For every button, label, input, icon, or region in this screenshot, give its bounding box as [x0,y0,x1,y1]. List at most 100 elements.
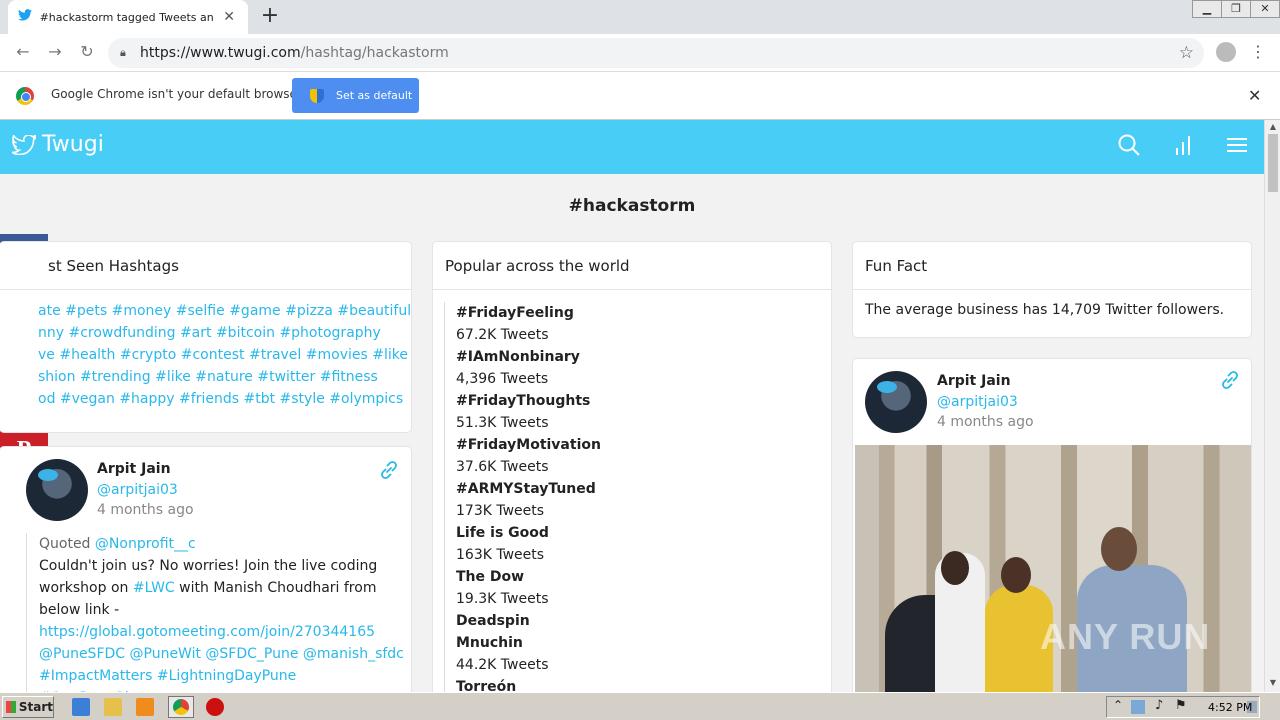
hashtag-list: ate #pets #money #selfie #game #pizza #b… [0,290,411,410]
tab-close-icon[interactable]: ✕ [220,9,238,25]
avatar[interactable] [26,459,88,521]
clock: 4:52 PM [1208,701,1253,714]
hashtag-link[interactable]: #art [180,325,212,341]
omnibox[interactable]: 🔒︎ https://www.twugi.com/hashtag/hackast… [108,38,1204,68]
hashtag-link[interactable]: #money [112,303,172,319]
set-as-default-button[interactable]: Set as default [292,78,419,113]
hashtag-link[interactable]: #health [59,347,115,363]
link-icon[interactable] [1219,369,1241,395]
site-logo[interactable]: Twugi [12,132,104,157]
hashtag-link[interactable]: #pizza [285,303,333,319]
network-icon[interactable] [1131,700,1145,714]
hashtag-link[interactable]: #selfie [176,303,225,319]
hashtag-link[interactable]: #travel [249,347,301,363]
hashtag-link[interactable]: #bitcoin [216,325,275,341]
tweet-author-name[interactable]: Arpit Jain [97,461,171,477]
flag-icon[interactable]: ⚑ [1175,698,1187,713]
link-icon[interactable] [378,459,400,485]
scroll-up-icon[interactable]: ▲ [1265,122,1280,131]
trend-name[interactable]: #FridayThoughts [445,390,831,412]
hashtag-link[interactable]: nny [38,325,64,341]
hashtag-link[interactable]: #like [372,347,408,363]
ie-icon[interactable] [72,698,90,716]
hashtag-link[interactable]: #crowdfunding [68,325,175,341]
tweet-author-handle[interactable]: @arpitjai03 [937,394,1018,410]
scroll-thumb[interactable] [1268,134,1278,192]
hashtag-link[interactable]: #photography [279,325,380,341]
hashtag-link[interactable]: shion [38,369,76,385]
photo-person-head [1101,527,1137,571]
hashtag-link[interactable]: #game [229,303,280,319]
start-button[interactable]: Start [2,696,54,718]
hashtag-link[interactable]: #tbt [243,391,275,407]
forward-arrow-icon[interactable]: → [44,42,66,61]
profile-avatar-icon[interactable] [1216,42,1236,62]
avatar[interactable] [865,371,927,433]
browser-tab-bar: #hackastorm tagged Tweets and Do ✕ + ▁ ❐… [0,0,1280,34]
hashtag-link[interactable]: #contest [181,347,245,363]
photo-person-head [941,551,969,585]
infobar-close-icon[interactable]: ✕ [1248,86,1261,105]
hashtag-link[interactable]: od [38,391,55,407]
meeting-link[interactable]: https://global.gotomeeting.com/join/2703… [39,621,411,643]
fun-fact-card: Fun Fact The average business has 14,709… [853,242,1251,337]
media-player-icon[interactable] [136,698,154,716]
trend-name[interactable]: #IAmNonbinary [445,346,831,368]
trend-name[interactable]: The Dow [445,566,831,588]
trend-name[interactable]: #ARMYStayTuned [445,478,831,500]
trend-name[interactable]: #FridayMotivation [445,434,831,456]
hashtag-link[interactable]: #style [280,391,325,407]
stats-icon[interactable] [1174,134,1192,160]
scroll-down-icon[interactable]: ▼ [1265,678,1280,687]
infobar-message: Google Chrome isn't your default browser [51,87,302,101]
hashtag-link[interactable]: #LWC [133,580,175,596]
page-scrollbar[interactable]: ▲ ▼ [1264,120,1280,692]
trend-name[interactable]: Mnuchin [445,632,831,654]
trend-name[interactable]: Life is Good [445,522,831,544]
hashtag-link[interactable]: #pets [65,303,107,319]
minimize-button[interactable]: ▁ [1192,0,1222,18]
hashtag-link[interactable]: #trending [80,369,151,385]
shield-icon [310,88,324,103]
hashtag-link[interactable]: #fitness [320,369,378,385]
hashtag-link[interactable]: #like [155,369,191,385]
bookmark-star-icon[interactable]: ☆ [1179,43,1194,63]
browser-tab[interactable]: #hackastorm tagged Tweets and Do ✕ [8,0,248,34]
hashtag-link[interactable]: #olympics [329,391,403,407]
new-tab-button[interactable]: + [258,4,282,28]
trend-name[interactable]: Deadspin [445,610,831,632]
page-title: #hackastorm [568,196,696,216]
trend-count: 51.3K Tweets [456,415,549,431]
hashtag-link[interactable]: #nature [195,369,253,385]
hashtag-link[interactable]: ve [38,347,55,363]
chrome-menu-icon[interactable]: ⋮ [1250,42,1266,61]
tweet-author-handle[interactable]: @arpitjai03 [97,482,178,498]
hashtag-link[interactable]: #crypto [120,347,176,363]
hashtag-link[interactable]: ate [38,303,61,319]
hashtag-link[interactable]: #happy [119,391,174,407]
folder-icon[interactable] [104,698,122,716]
tweet-author-name[interactable]: Arpit Jain [937,373,1011,389]
default-browser-infobar: Google Chrome isn't your default browser… [0,72,1280,120]
hashtag-link[interactable]: #beautiful [337,303,411,319]
trend-count: 19.3K Tweets [456,591,549,607]
card-title: st Seen Hashtags [0,242,411,290]
stop-icon[interactable] [206,698,224,716]
hashtag-link[interactable]: #movies [306,347,368,363]
mention-links[interactable]: @PuneSFDC @PuneWit @SFDC_Pune @manish_sf… [39,643,411,665]
back-arrow-icon[interactable]: ← [12,42,34,61]
hamburger-menu-icon[interactable] [1226,134,1248,160]
recent-hashtags-card: st Seen Hashtags ate #pets #money #selfi… [0,242,411,432]
reload-icon[interactable]: ↻ [76,42,98,61]
trend-name[interactable]: #FridayFeeling [445,302,831,324]
chrome-taskbar-button[interactable] [168,696,194,718]
hashtag-link[interactable]: #twitter [257,369,315,385]
hashtag-link[interactable]: #vegan [60,391,115,407]
tray-expand-icon[interactable]: ⌃ [1113,698,1123,712]
restore-button[interactable]: ❐ [1221,0,1251,18]
volume-icon[interactable]: ♪ [1155,698,1163,713]
search-icon[interactable] [1118,134,1140,160]
quoted-handle-link[interactable]: @Nonprofit__c [95,536,196,552]
window-close-button[interactable]: ✕ [1250,0,1280,18]
hashtag-link[interactable]: #friends [179,391,239,407]
